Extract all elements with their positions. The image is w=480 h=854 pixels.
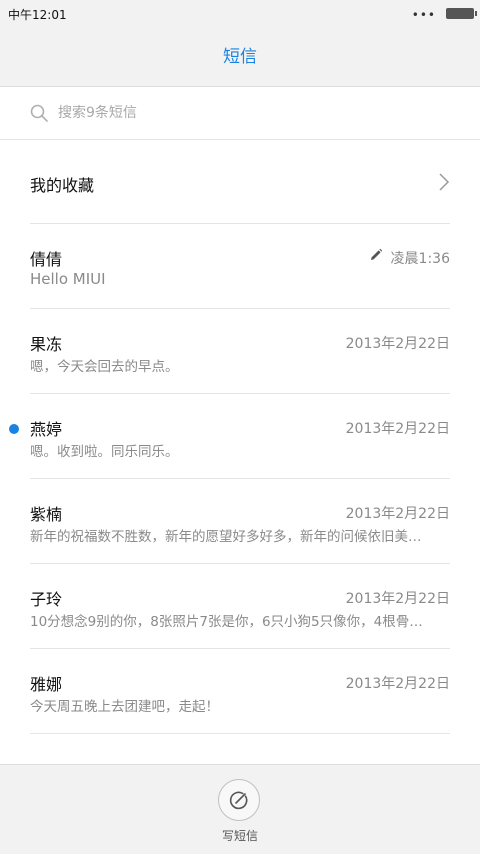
page-title: 短信 xyxy=(223,47,257,67)
compose-label: 写短信 xyxy=(221,829,258,843)
favorites-row[interactable]: 我的收藏 xyxy=(30,140,450,224)
conversation-item[interactable]: 雅娜 2013年2月22日 今天周五晚上去团建吧，走起！ xyxy=(30,649,450,734)
message-preview: 嗯，今天会回去的早点。 xyxy=(30,359,179,375)
conversation-list: 倩倩 凌晨1:36 Hello MIUI 果冻 2013年2月22日 嗯，今天会… xyxy=(0,224,480,734)
sender-name: 紫楠 xyxy=(30,505,63,524)
conversation-item[interactable]: 倩倩 凌晨1:36 Hello MIUI xyxy=(30,224,450,309)
sender-name: 果冻 xyxy=(30,335,63,354)
message-time: 2013年2月22日 xyxy=(345,506,450,522)
status-bar: 中午12:01 ••• xyxy=(0,0,480,28)
status-time: 中午12:01 xyxy=(8,8,67,22)
conversation-item[interactable]: 燕婷 2013年2月22日 嗯。收到啦。同乐同乐。 xyxy=(9,394,450,479)
pencil-icon xyxy=(371,248,383,260)
chevron-right-icon xyxy=(439,173,450,191)
message-preview: 10分想念9别的你，8张照片7张是你，6只小狗5只像你，4根骨… xyxy=(30,614,423,630)
message-preview: Hello MIUI xyxy=(30,270,106,288)
battery-icon xyxy=(446,8,477,19)
message-time: 凌晨1:36 xyxy=(390,251,450,267)
conversation-item[interactable]: 紫楠 2013年2月22日 新年的祝福数不胜数，新年的愿望好多好多，新年的问候依… xyxy=(30,479,450,564)
message-time: 2013年2月22日 xyxy=(345,591,450,607)
compose-icon xyxy=(229,791,248,810)
unread-indicator xyxy=(9,424,19,434)
title-bar: 短信 xyxy=(0,28,480,87)
favorites-label: 我的收藏 xyxy=(30,176,95,195)
message-preview: 今天周五晚上去团建吧，走起！ xyxy=(30,699,219,715)
search-bar[interactable] xyxy=(0,87,480,140)
conversation-item[interactable]: 子玲 2013年2月22日 10分想念9别的你，8张照片7张是你，6只小狗5只像… xyxy=(30,564,450,649)
sender-name: 子玲 xyxy=(30,590,63,609)
signal-dots-icon: ••• xyxy=(411,8,436,22)
search-input[interactable] xyxy=(58,101,438,125)
sender-name: 燕婷 xyxy=(30,420,63,439)
conversation-item[interactable]: 果冻 2013年2月22日 嗯，今天会回去的早点。 xyxy=(30,309,450,394)
sender-name: 雅娜 xyxy=(30,675,63,694)
message-time: 2013年2月22日 xyxy=(345,676,450,692)
message-preview: 嗯。收到啦。同乐同乐。 xyxy=(30,444,179,460)
compose-button[interactable] xyxy=(218,779,260,821)
search-icon xyxy=(30,104,48,122)
message-preview: 新年的祝福数不胜数，新年的愿望好多好多，新年的问候依旧美… xyxy=(30,529,422,545)
bottom-bar: 写短信 xyxy=(0,764,480,854)
sender-name: 倩倩 xyxy=(30,250,63,269)
message-time: 2013年2月22日 xyxy=(345,336,450,352)
message-time: 2013年2月22日 xyxy=(345,421,450,437)
